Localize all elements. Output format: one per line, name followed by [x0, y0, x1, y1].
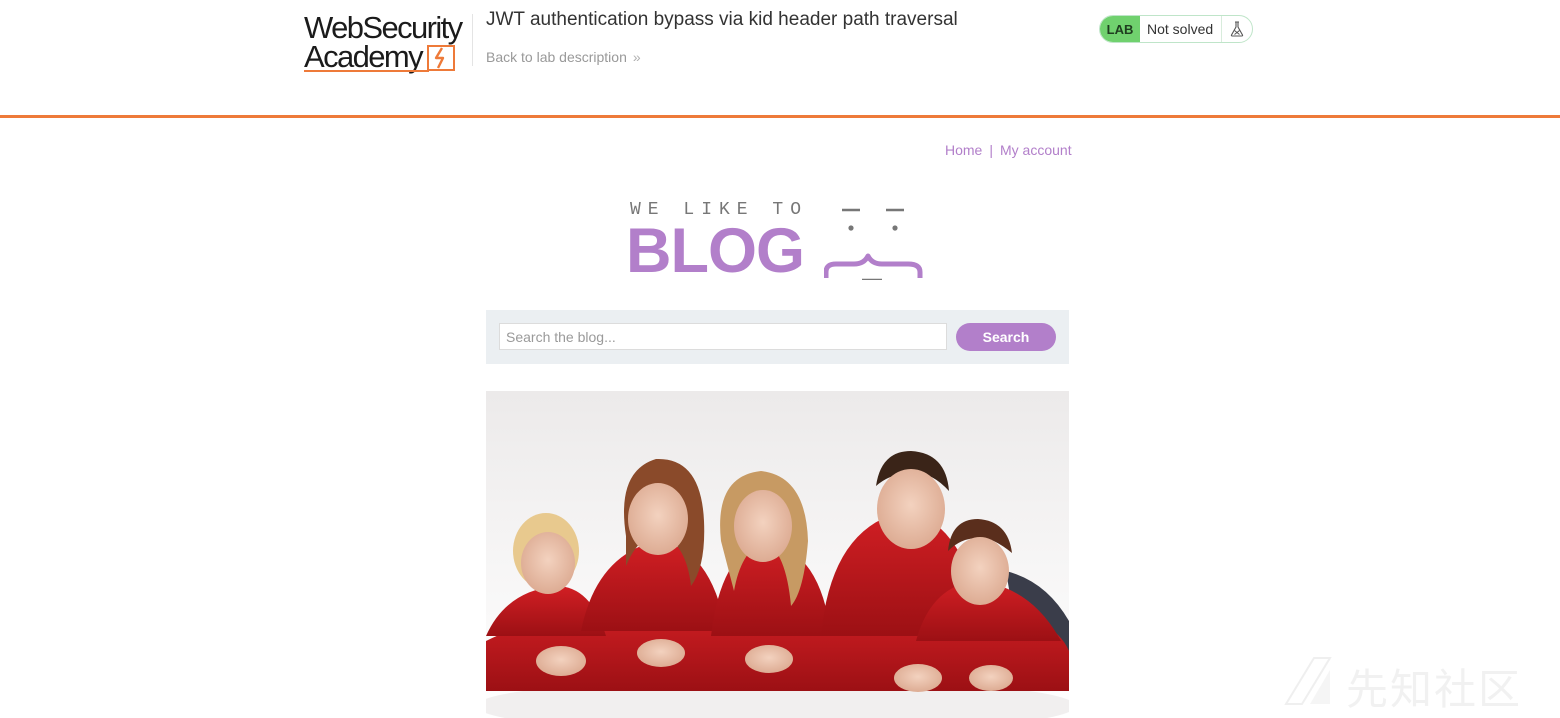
lab-badge: LAB: [1100, 16, 1140, 42]
watermark-text: 先知社区: [1346, 665, 1523, 714]
lightning-bolt-icon: [427, 45, 455, 71]
logo-text-academy: Academy: [304, 39, 424, 74]
header-divider: [472, 14, 473, 66]
curly-brace-face-icon: [824, 208, 923, 280]
nav-my-account-link[interactable]: My account: [1000, 142, 1072, 158]
nav-home-link[interactable]: Home: [945, 142, 982, 158]
academy-header: WebSecurity Academy JWT authentication b…: [0, 0, 1560, 118]
search-button[interactable]: Search: [956, 323, 1056, 351]
blog-logo: WE LIKE TO BLOG: [626, 196, 926, 286]
blog-post-image[interactable]: [486, 391, 1069, 718]
watermark-logo-icon: [1284, 657, 1332, 705]
lab-status-text: Not solved: [1140, 16, 1222, 42]
blog-search-input[interactable]: [499, 323, 947, 350]
logo-underline: [304, 70, 429, 72]
family-photo-icon: [486, 391, 1069, 718]
lab-title: JWT authentication bypass via kid header…: [486, 9, 958, 30]
back-link-label: Back to lab description: [486, 49, 627, 65]
back-to-lab-description-link[interactable]: Back to lab description »: [486, 49, 641, 65]
nav-separator: |: [989, 142, 993, 158]
blog-search-panel: Search: [486, 310, 1069, 364]
watermark: 先知社区: [1280, 652, 1550, 714]
flask-icon[interactable]: [1222, 16, 1252, 42]
blog-logo-word: BLOG: [626, 216, 805, 286]
double-chevron-right-icon: »: [632, 49, 641, 65]
blog-top-nav: Home | My account: [945, 142, 1072, 158]
lab-status-widget: LAB Not solved: [1099, 15, 1253, 43]
web-security-academy-logo[interactable]: WebSecurity Academy: [304, 12, 474, 74]
